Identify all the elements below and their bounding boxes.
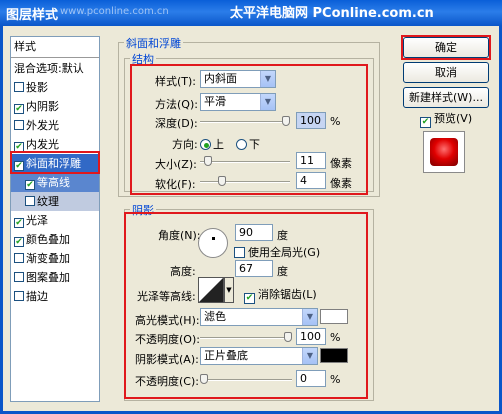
preview-swatch: [430, 138, 458, 166]
cancel-button[interactable]: 取消: [403, 62, 489, 83]
preview-toggle[interactable]: ✔ 预览(V): [420, 110, 472, 128]
sidebar-item-color-overlay[interactable]: ✔ 颜色叠加: [11, 230, 99, 249]
checkbox[interactable]: [14, 82, 24, 92]
sidebar-item-contour[interactable]: ✔ 等高线: [11, 173, 99, 192]
bevel-group-title: 斜面和浮雕: [124, 35, 183, 51]
highlight-shading: [124, 212, 368, 399]
watermark-faded: www.pconline.com.cn: [60, 6, 169, 17]
preview-label: 预览(V): [434, 112, 473, 125]
checkbox[interactable]: ✔: [25, 180, 35, 190]
sidebar-item-styles[interactable]: 样式: [11, 37, 99, 56]
sidebar-item-inner-shadow[interactable]: ✔ 内阴影: [11, 97, 99, 116]
sidebar-item-label: 颜色叠加: [26, 233, 70, 246]
sidebar-item-pattern-overlay[interactable]: 图案叠加: [11, 268, 99, 287]
watermark: 太平洋电脑网 PConline.com.cn: [230, 6, 434, 21]
checkbox[interactable]: [14, 272, 24, 282]
sidebar-item-stroke[interactable]: 描边: [11, 287, 99, 306]
checkbox[interactable]: [14, 120, 24, 130]
checkbox[interactable]: [14, 291, 24, 301]
highlight-structure: [130, 64, 368, 195]
sidebar-item-label: 图案叠加: [26, 271, 70, 284]
sidebar-item-gradient-overlay[interactable]: 渐变叠加: [11, 249, 99, 268]
sidebar-item-outer-glow[interactable]: 外发光: [11, 116, 99, 135]
sidebar-item-drop-shadow[interactable]: 投影: [11, 78, 99, 97]
sidebar-item-label: 等高线: [37, 176, 70, 189]
checkbox[interactable]: ✔: [14, 104, 24, 114]
checkbox[interactable]: ✔: [420, 117, 431, 128]
sidebar-item-label: 内发光: [26, 138, 59, 151]
sidebar-item-label: 样式: [14, 40, 36, 53]
window-title: 图层样式: [6, 8, 59, 23]
checkbox[interactable]: [25, 196, 35, 206]
sidebar-item-label: 纹理: [37, 195, 59, 208]
sidebar-item-satin[interactable]: ✔ 光泽: [11, 211, 99, 230]
sidebar-item-label: 外发光: [26, 119, 59, 132]
sidebar-item-label: 内阴影: [26, 100, 59, 113]
preview-thumbnail: [423, 131, 465, 173]
highlight-ok: [401, 35, 491, 60]
sidebar-item-label: 混合选项:默认: [14, 62, 84, 75]
title-bar: 图层样式 www.pconline.com.cn 太平洋电脑网 PConline…: [0, 0, 502, 26]
checkbox[interactable]: ✔: [14, 218, 24, 228]
divider: [11, 57, 99, 58]
sidebar-item-blending[interactable]: 混合选项:默认: [11, 59, 99, 78]
sidebar-item-label: 渐变叠加: [26, 252, 70, 265]
checkbox[interactable]: ✔: [14, 237, 24, 247]
highlight-bevel: [10, 151, 100, 174]
new-style-button[interactable]: 新建样式(W)...: [403, 87, 489, 108]
sidebar-item-texture[interactable]: 纹理: [11, 192, 99, 211]
style-list: 样式 混合选项:默认 投影 ✔ 内阴影 外发光 ✔ 内发光 ✔ 斜面和浮雕 ✔ 等高线 …: [10, 36, 100, 402]
sidebar-item-label: 投影: [26, 81, 48, 94]
sidebar-item-label: 光泽: [26, 214, 48, 227]
sidebar-item-label: 描边: [26, 290, 48, 303]
checkbox[interactable]: [14, 253, 24, 263]
